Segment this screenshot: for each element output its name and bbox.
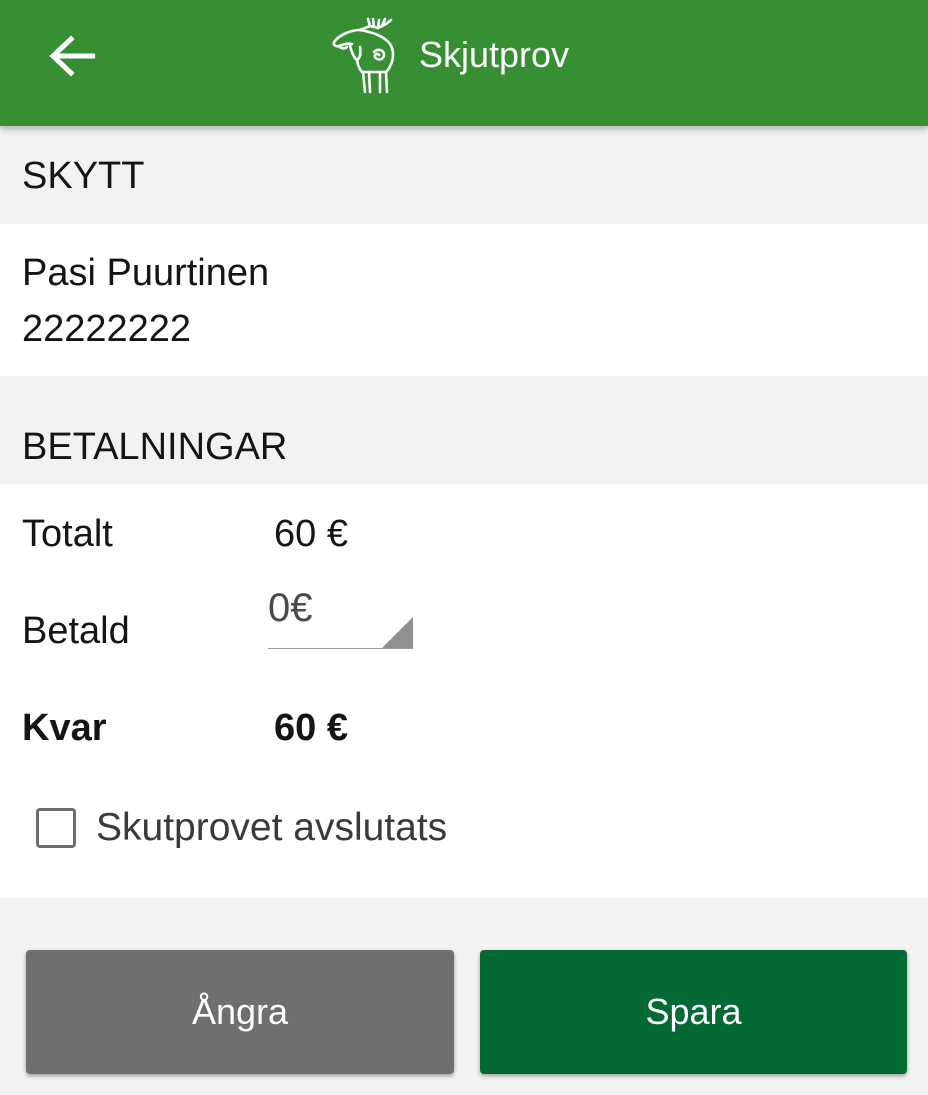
paid-label: Betald: [22, 610, 130, 652]
total-label: Totalt: [22, 513, 113, 555]
shooter-card: Pasi Puurtinen 22222222: [0, 224, 928, 376]
arrow-left-icon: [49, 35, 95, 77]
completed-checkbox-row[interactable]: Skutprovet avslutats: [36, 800, 447, 856]
payments-section-header: BETALNINGAR: [0, 376, 928, 484]
cancel-button[interactable]: Ångra: [26, 950, 454, 1074]
app-title: Skjutprov: [419, 34, 570, 75]
back-button[interactable]: [30, 14, 114, 98]
completed-checkbox-label: Skutprovet avslutats: [96, 806, 448, 849]
moose-logo-icon: [332, 17, 395, 94]
payments-header-label: BETALNINGAR: [22, 426, 288, 468]
total-value: 60 €: [274, 513, 348, 555]
dropdown-arrow-icon: [382, 617, 413, 648]
completed-checkbox[interactable]: [36, 808, 76, 848]
shooter-id-number: 22222222: [22, 308, 192, 350]
save-button[interactable]: Spara: [480, 950, 907, 1074]
shooter-section-header: SKYTT: [0, 126, 928, 224]
app-bar: Skjutprov: [0, 0, 928, 126]
remaining-label: Kvar: [22, 707, 107, 749]
paid-amount-value: 0€: [268, 586, 313, 630]
shooter-name: Pasi Puurtinen: [22, 252, 270, 294]
shooter-header-label: SKYTT: [22, 155, 145, 197]
remaining-value: 60 €: [274, 707, 348, 749]
paid-amount-dropdown[interactable]: 0€: [268, 578, 413, 649]
